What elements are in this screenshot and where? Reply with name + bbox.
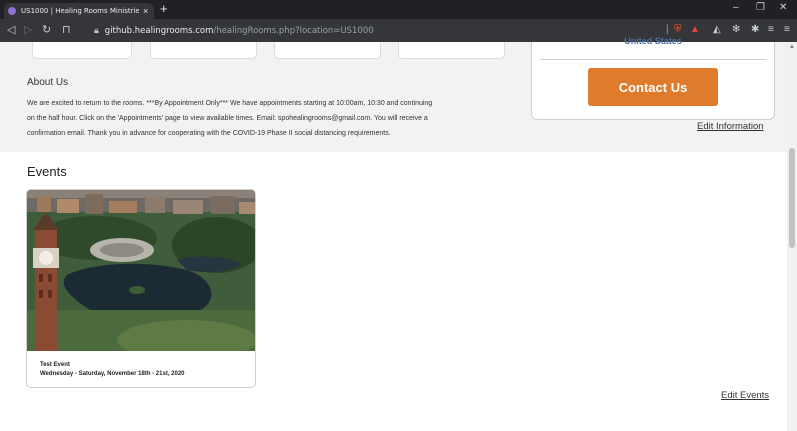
url-path: /healingRooms.php?location=US1000 <box>213 25 374 36</box>
divider-icon: | <box>666 24 669 35</box>
event-card[interactable]: Test Event Wednesday - Saturday, Novembe… <box>26 189 256 388</box>
edit-events-link[interactable]: Edit Events <box>721 390 769 401</box>
edit-information-link[interactable]: Edit Information <box>697 121 764 132</box>
favicon-icon <box>8 7 16 15</box>
settings-extension-icon[interactable]: ✻ <box>732 24 740 36</box>
info-card-stub <box>398 42 505 59</box>
playlist-icon[interactable]: ≡ <box>768 24 774 36</box>
extension-icon[interactable]: ◭ <box>713 24 721 36</box>
page-content: About Us We are excited to return to the… <box>0 36 787 431</box>
new-tab-button[interactable]: + <box>160 2 168 16</box>
menu-icon[interactable]: ≡ <box>784 24 790 36</box>
contact-us-button[interactable]: Contact Us <box>588 68 718 106</box>
browser-tab[interactable]: US1000 | Healing Rooms Ministrie × <box>4 3 154 19</box>
about-section: About Us We are excited to return to the… <box>0 36 787 152</box>
bookmark-icon[interactable]: ⊓ <box>62 24 71 36</box>
puzzle-icon[interactable]: ✱ <box>751 24 759 36</box>
back-icon[interactable]: ◁ <box>7 24 15 36</box>
about-title: About Us <box>27 77 69 88</box>
tab-close-icon[interactable]: × <box>143 6 148 16</box>
page-scrollbar[interactable]: ▲ <box>787 42 797 431</box>
event-name: Test Event <box>40 362 70 368</box>
url-host: github.healingrooms.com <box>104 25 214 36</box>
about-line: on the half hour. Click on the 'Appointm… <box>27 115 428 122</box>
event-date: Wednesday - Saturday, November 18th - 21… <box>40 371 185 377</box>
minimize-icon[interactable]: – <box>733 2 739 13</box>
info-card-stub <box>274 42 381 59</box>
event-image <box>27 190 255 351</box>
info-card-stub <box>150 42 257 59</box>
browser-tab-bar: US1000 | Healing Rooms Ministrie × + – ❐… <box>0 0 797 19</box>
brave-rewards-icon[interactable]: ▲ <box>690 24 700 36</box>
events-title: Events <box>27 164 67 179</box>
about-line: confirmation email. Thank you in advance… <box>27 130 391 137</box>
about-line: We are excited to return to the rooms. *… <box>27 100 433 107</box>
country-label: United States <box>624 36 682 46</box>
about-text: We are excited to return to the rooms. *… <box>27 96 519 141</box>
scroll-up-icon[interactable]: ▲ <box>789 44 795 50</box>
info-card-stub <box>32 42 132 59</box>
forward-icon[interactable]: ▷ <box>24 24 32 36</box>
brave-shield-icon[interactable]: ⛨ <box>674 24 682 36</box>
scroll-thumb[interactable] <box>789 148 795 248</box>
lock-icon: 🔒︎ <box>94 25 99 35</box>
restore-icon[interactable]: ❐ <box>756 2 765 13</box>
divider <box>540 59 766 60</box>
close-icon[interactable]: ✕ <box>779 2 787 13</box>
contact-card: United States Contact Us <box>531 36 775 120</box>
reload-icon[interactable]: ↻ <box>42 24 51 36</box>
tab-title: US1000 | Healing Rooms Ministrie <box>21 7 139 15</box>
